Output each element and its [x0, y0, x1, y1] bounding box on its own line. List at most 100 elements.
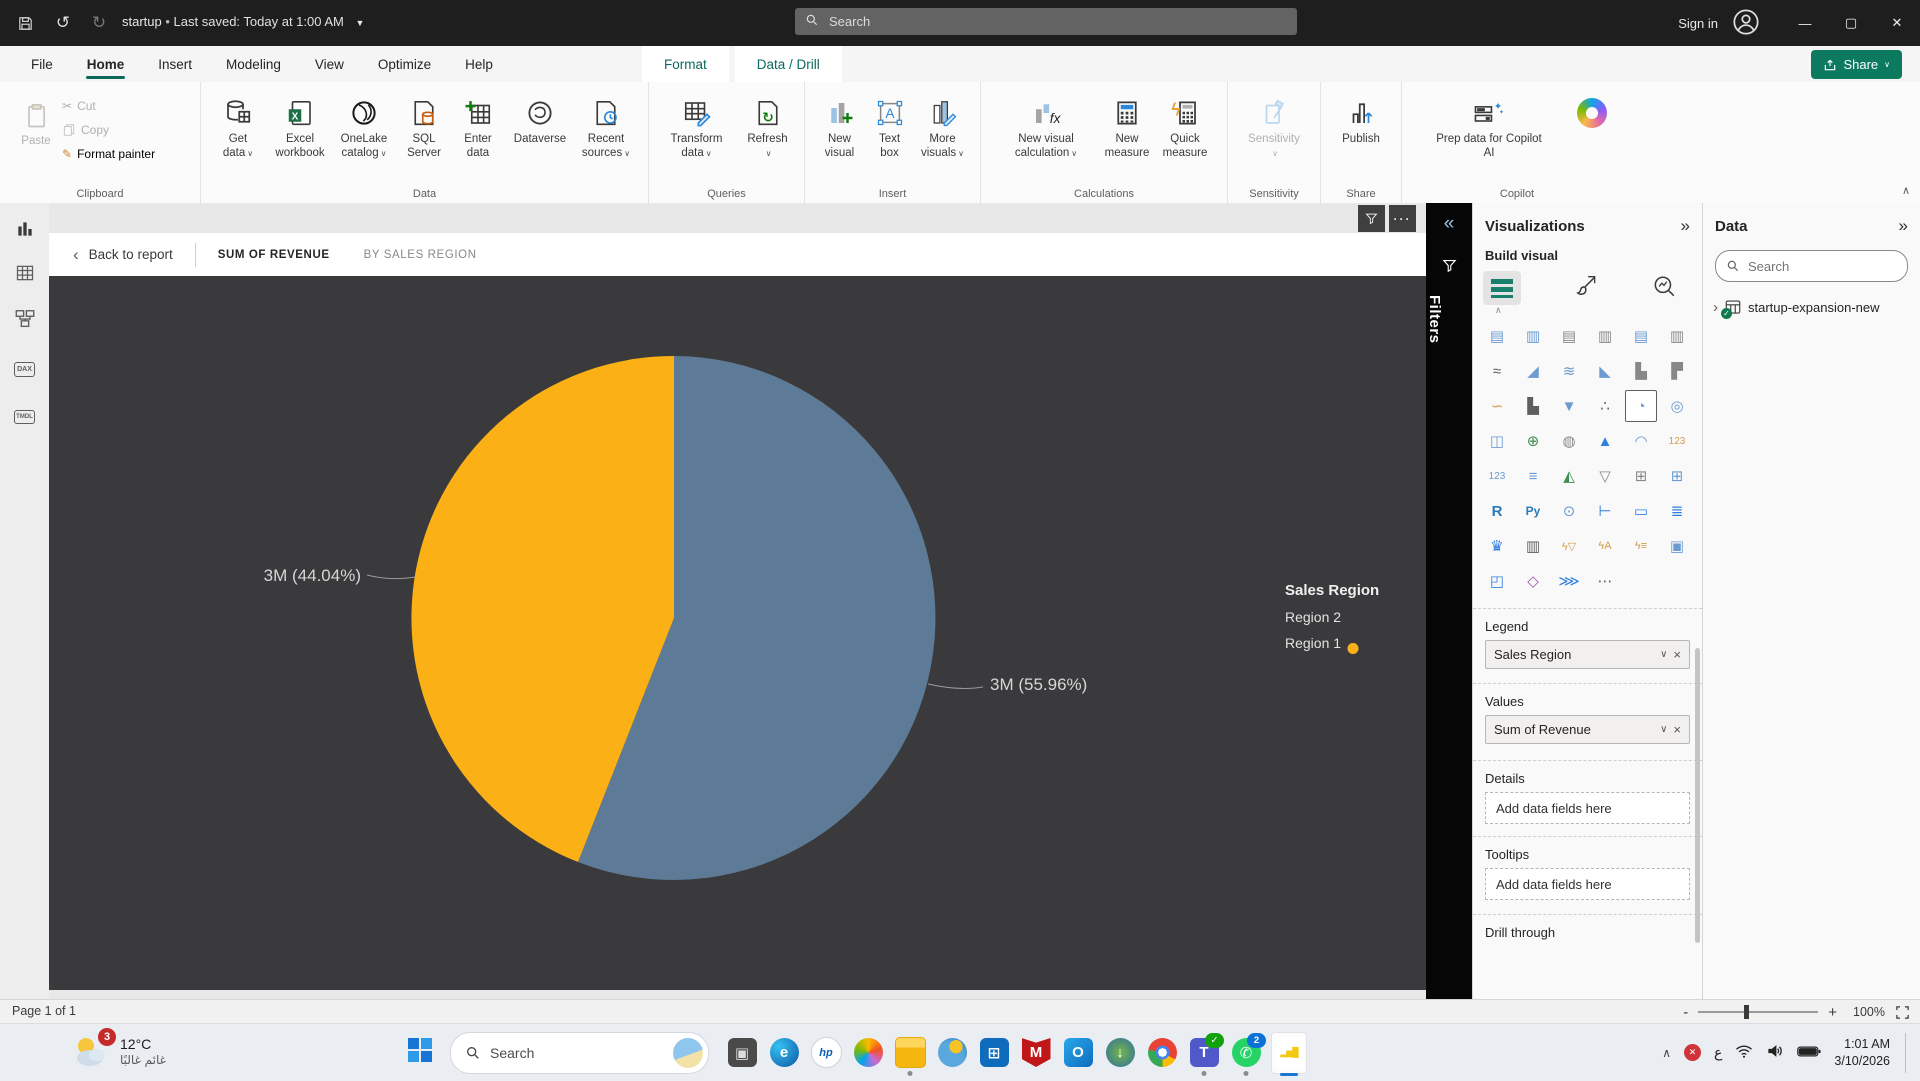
edge-icon[interactable]: e: [767, 1033, 801, 1073]
slicer-icon[interactable]: ▽: [1589, 460, 1621, 492]
build-visual-tab[interactable]: [1483, 271, 1521, 305]
recent-sources-button[interactable]: Recentsources∨: [575, 88, 637, 186]
field-dropdown-icon[interactable]: ∨: [1660, 649, 1667, 660]
field-dropdown-icon[interactable]: ∨: [1660, 724, 1667, 735]
funnel-chart-icon[interactable]: ▼: [1553, 390, 1585, 422]
mcafee-icon[interactable]: M: [1019, 1033, 1053, 1073]
analytics-tab[interactable]: [1651, 274, 1677, 303]
idm-icon[interactable]: ↓: [1103, 1033, 1137, 1073]
line-stacked-column-chart-icon[interactable]: ▙: [1625, 355, 1657, 387]
power-automate-visual-icon[interactable]: ϟA: [1589, 530, 1621, 562]
sensitivity-button[interactable]: Sensitivity∨: [1234, 88, 1314, 186]
taskbar-search-input[interactable]: Search: [450, 1032, 709, 1074]
decomposition-tree-icon[interactable]: ⊢: [1589, 495, 1621, 527]
app-window-icon[interactable]: ▣: [725, 1033, 759, 1073]
smart-narrative-icon[interactable]: ▭: [1625, 495, 1657, 527]
menu-tab[interactable]: Modeling: [209, 46, 298, 82]
battery-icon[interactable]: [1797, 1045, 1821, 1061]
zoom-slider[interactable]: [1698, 1011, 1818, 1013]
prep-data-copilot-button[interactable]: ✦✦ Prep data for CopilotAI: [1419, 88, 1559, 186]
report-visual-icon[interactable]: ▥: [1517, 530, 1549, 562]
copilot-icon[interactable]: [851, 1033, 885, 1073]
new-card-icon[interactable]: 123: [1661, 425, 1693, 457]
fit-to-page-icon[interactable]: [1895, 1005, 1910, 1020]
values-field-pill[interactable]: Sum of Revenue ∨ ×: [1485, 715, 1690, 744]
format-painter-button[interactable]: ✎Format painter: [62, 142, 155, 166]
more-visuals-ellipsis-icon[interactable]: ⋯: [1589, 565, 1621, 597]
dax-query-view-button[interactable]: DAX: [0, 351, 49, 387]
menu-tab[interactable]: Home: [70, 46, 142, 82]
zoom-slider-thumb[interactable]: [1744, 1005, 1749, 1019]
outlook-icon[interactable]: O: [1061, 1033, 1095, 1073]
clustered-column-chart-icon[interactable]: ▥: [1589, 320, 1621, 352]
microsoft-store-icon[interactable]: ⊞: [977, 1033, 1011, 1073]
sign-in-link[interactable]: Sign in: [1678, 16, 1718, 31]
image-visual-icon[interactable]: ▣: [1661, 530, 1693, 562]
clock-widget[interactable]: 1:01 AM 3/10/2026: [1834, 1036, 1890, 1069]
legend-item-region-2[interactable]: Region 2: [1285, 609, 1420, 625]
wifi-icon[interactable]: [1735, 1044, 1753, 1062]
chrome-icon[interactable]: [1145, 1033, 1179, 1073]
filled-map-icon[interactable]: ◍: [1553, 425, 1585, 457]
teams-icon[interactable]: T ✓: [1187, 1033, 1221, 1073]
hp-icon[interactable]: hp: [809, 1033, 843, 1073]
cut-button[interactable]: ✂Cut: [62, 94, 155, 118]
get-data-button[interactable]: Getdata∨: [207, 88, 269, 186]
undo-icon[interactable]: ↺: [50, 10, 76, 36]
matrix-icon[interactable]: ⊞: [1661, 460, 1693, 492]
waterfall-chart-icon[interactable]: ▙: [1517, 390, 1549, 422]
language-indicator[interactable]: ع: [1714, 1045, 1722, 1061]
treemap-icon[interactable]: ◫: [1481, 425, 1513, 457]
clustered-bar-chart-icon[interactable]: ▤: [1553, 320, 1585, 352]
table-view-button[interactable]: [0, 255, 49, 291]
icon-map-icon[interactable]: ◇: [1517, 565, 1549, 597]
stacked-area-chart-icon[interactable]: ≋: [1553, 355, 1585, 387]
format-visual-tab[interactable]: [1573, 274, 1599, 303]
copilot-logo-button[interactable]: [1569, 88, 1615, 186]
scatter-chart-icon[interactable]: ∴: [1589, 390, 1621, 422]
maximize-button[interactable]: ▢: [1828, 0, 1874, 46]
multi-row-card-icon[interactable]: ≡: [1517, 460, 1549, 492]
menu-tab[interactable]: Insert: [141, 46, 209, 82]
document-title[interactable]: startup • Last saved: Today at 1:00 AM ▼: [122, 14, 364, 29]
titlebar-search-input[interactable]: Search: [795, 8, 1297, 35]
legend-field-pill[interactable]: Sales Region ∨ ×: [1485, 640, 1690, 669]
menu-tab[interactable]: Optimize: [361, 46, 448, 82]
data-search-input[interactable]: Search: [1715, 250, 1908, 282]
paginated-report-icon[interactable]: ≣: [1661, 495, 1693, 527]
alert-tray-icon[interactable]: ✕: [1684, 1044, 1701, 1061]
start-button[interactable]: [406, 1036, 434, 1069]
share-button[interactable]: Share∨: [1811, 50, 1902, 79]
menu-tab[interactable]: View: [298, 46, 361, 82]
save-icon[interactable]: [12, 10, 38, 36]
power-automate-icon[interactable]: ⋙: [1553, 565, 1585, 597]
stacked-bar-chart-icon[interactable]: ▤: [1481, 320, 1513, 352]
ribbon-chart-icon[interactable]: ∽: [1481, 390, 1513, 422]
tmdl-view-button[interactable]: TMDL: [0, 399, 49, 435]
hidden-icons-chevron[interactable]: ∧: [1662, 1046, 1671, 1060]
new-measure-button[interactable]: Newmeasure: [1098, 88, 1156, 186]
title-caret-icon[interactable]: ▼: [356, 18, 365, 28]
collapse-visualizations-icon[interactable]: »: [1681, 216, 1690, 236]
remove-field-icon[interactable]: ×: [1673, 647, 1681, 662]
file-explorer-icon[interactable]: [893, 1033, 927, 1073]
gauge-icon[interactable]: ◠: [1625, 425, 1657, 457]
back-to-report-link[interactable]: Back to report: [89, 247, 173, 262]
details-drop-zone[interactable]: Add data fields here: [1485, 792, 1690, 824]
azure-map-icon[interactable]: ▲: [1589, 425, 1621, 457]
redo-icon[interactable]: ↻: [86, 10, 112, 36]
copy-button[interactable]: Copy: [62, 118, 155, 142]
photos-icon[interactable]: [935, 1033, 969, 1073]
panel-scrollbar[interactable]: [1695, 648, 1700, 943]
tooltips-drop-zone[interactable]: Add data fields here: [1485, 868, 1690, 900]
sql-server-button[interactable]: SQLServer: [397, 88, 451, 186]
zoom-in-button[interactable]: +: [1828, 1004, 1837, 1021]
account-avatar[interactable]: [1732, 8, 1760, 39]
r-script-visual-icon[interactable]: R: [1481, 495, 1513, 527]
collapse-data-icon[interactable]: »: [1899, 216, 1908, 236]
menu-tab[interactable]: Help: [448, 46, 510, 82]
remove-field-icon[interactable]: ×: [1673, 722, 1681, 737]
100-stacked-column-chart-icon[interactable]: ▥: [1661, 320, 1693, 352]
map-icon[interactable]: ⊕: [1517, 425, 1549, 457]
card-icon[interactable]: 123: [1481, 460, 1513, 492]
